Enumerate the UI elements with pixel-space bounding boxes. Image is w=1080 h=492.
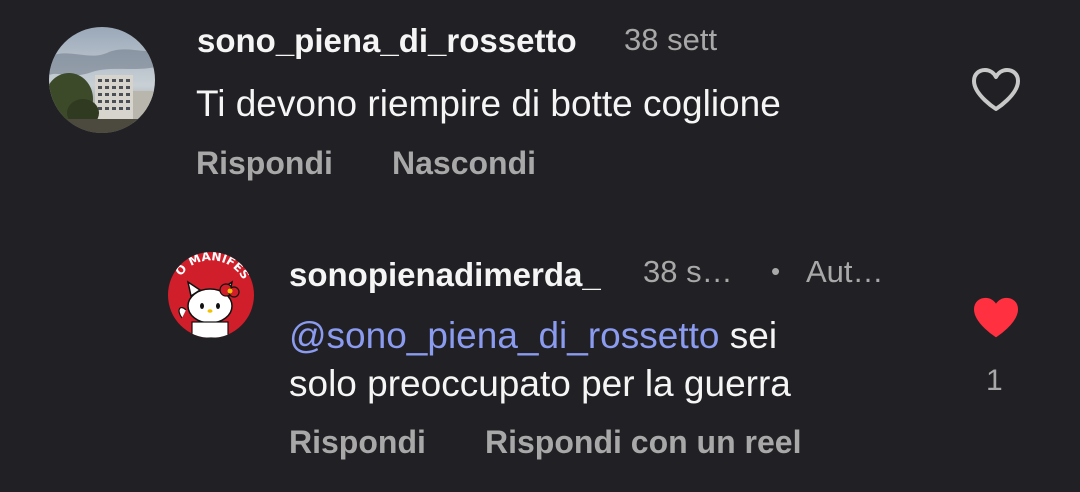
comment-1-text: Ti devono riempire di botte coglione (196, 83, 781, 124)
reply-button[interactable]: Rispondi (196, 145, 333, 182)
mention-link[interactable]: @sono_piena_di_rossetto (289, 315, 719, 356)
like-count: 1 (986, 364, 1003, 397)
avatar-sonopienadimerda[interactable]: O MANIFESTO (168, 252, 254, 338)
author-badge: Aut… (806, 254, 884, 289)
comment-2-username[interactable]: sonopienadimerda_ (289, 256, 601, 294)
meta-separator-dot: • (771, 256, 781, 286)
like-button-comment-2[interactable] (971, 296, 1021, 340)
avatar-photo-buildings (49, 27, 155, 133)
reply-button-2[interactable]: Rispondi (289, 424, 426, 461)
hide-button[interactable]: Nascondi (392, 145, 536, 182)
comment-1-username[interactable]: sono_piena_di_rossetto (197, 22, 577, 60)
comment-2-text-part: sei (719, 315, 778, 356)
avatar-sono-piena-di-rossetto[interactable] (49, 27, 155, 133)
comment-1-timestamp: 38 sett (624, 22, 718, 57)
heart-filled-icon (974, 297, 1018, 338)
avatar-hello-kitty-image: O MANIFESTO (168, 252, 254, 338)
heart-outline-icon (972, 68, 1020, 111)
comment-2-timestamp: 38 s… (643, 254, 733, 289)
reply-with-reel-button[interactable]: Rispondi con un reel (485, 424, 801, 461)
comment-2-text-line2: solo preoccupato per la guerra (289, 363, 791, 404)
like-button-comment-1[interactable] (970, 67, 1022, 113)
comment-2-text-line1: @sono_piena_di_rossetto sei (289, 315, 777, 357)
